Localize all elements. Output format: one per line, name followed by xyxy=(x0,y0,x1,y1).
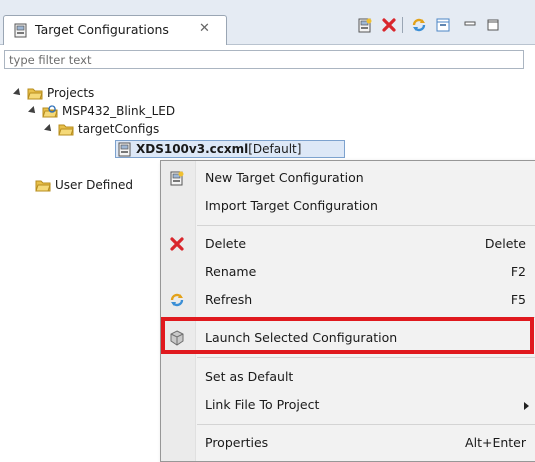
menu-separator xyxy=(197,225,535,226)
menu-label: Delete xyxy=(205,236,247,251)
menu-separator xyxy=(197,424,535,425)
tree-label-user-defined: User Defined xyxy=(55,178,133,192)
filter-input[interactable] xyxy=(4,50,524,69)
maximize-icon[interactable] xyxy=(484,16,502,34)
menu-label: Import Target Configuration xyxy=(205,198,378,213)
collapse-all-icon[interactable] xyxy=(434,16,452,34)
refresh-icon xyxy=(169,292,185,308)
menu-label: Link File To Project xyxy=(205,397,320,412)
submenu-arrow-icon xyxy=(524,402,529,410)
menu-label: Set as Default xyxy=(205,369,294,384)
tree-label-project: MSP432_Blink_LED xyxy=(62,104,176,118)
minimize-icon[interactable] xyxy=(461,16,479,34)
refresh-icon[interactable] xyxy=(410,16,428,34)
folder-icon xyxy=(35,180,51,191)
menu-item-set-as-default[interactable]: Set as Default xyxy=(161,363,535,391)
tree-label-targetconfigs: targetConfigs xyxy=(78,122,160,136)
tree-item-targetconfigs[interactable]: targetConfigs xyxy=(44,120,160,138)
tree-item-projects[interactable]: Projects xyxy=(13,84,95,102)
menu-item-properties[interactable]: Properties Alt+Enter xyxy=(161,429,535,457)
target-configurations-tab[interactable]: Target Configurations ✕ xyxy=(3,15,227,45)
ccs-project-icon xyxy=(42,104,58,117)
tree-label-config-default: [Default] xyxy=(248,142,302,156)
menu-shortcut: Alt+Enter xyxy=(465,435,526,450)
view-tab-bar: Target Configurations ✕ xyxy=(0,0,535,45)
tree-item-user-defined[interactable]: User Defined xyxy=(35,176,133,194)
menu-label: Rename xyxy=(205,264,257,279)
context-menu: New Target Configuration Import Target C… xyxy=(160,160,535,462)
new-config-icon[interactable] xyxy=(356,16,374,34)
expand-arrow-icon[interactable] xyxy=(44,124,54,134)
menu-item-new-target-configuration[interactable]: New Target Configuration xyxy=(161,164,535,192)
menu-item-delete[interactable]: Delete Delete xyxy=(161,230,535,258)
folder-icon xyxy=(27,88,43,99)
expand-arrow-icon[interactable] xyxy=(28,106,38,116)
menu-shortcut: F2 xyxy=(510,264,526,279)
tree-label-projects: Projects xyxy=(47,86,95,100)
delete-icon xyxy=(169,236,185,252)
menu-separator xyxy=(197,357,535,358)
menu-label: New Target Configuration xyxy=(205,170,364,185)
menu-label: Properties xyxy=(205,435,269,450)
expand-arrow-icon[interactable] xyxy=(13,88,23,98)
menu-item-link-file-to-project[interactable]: Link File To Project xyxy=(161,391,535,419)
menu-shortcut: Delete xyxy=(484,236,526,251)
toolbar-separator xyxy=(402,17,403,33)
menu-item-import-target-configuration[interactable]: Import Target Configuration xyxy=(161,192,535,220)
tree-item-selected-config[interactable]: XDS100v3.ccxml [Default] xyxy=(115,140,345,158)
menu-item-refresh[interactable]: Refresh F5 xyxy=(161,286,535,314)
folder-icon xyxy=(58,124,74,135)
menu-shortcut: F5 xyxy=(510,292,526,307)
tab-title: Target Configurations xyxy=(35,22,169,37)
close-tab-icon[interactable]: ✕ xyxy=(199,21,210,36)
tree-label-config-name: XDS100v3.ccxml xyxy=(136,142,249,156)
target-config-icon xyxy=(14,23,28,41)
tree-item-project[interactable]: MSP432_Blink_LED xyxy=(28,102,176,120)
highlight-annotation-box xyxy=(161,317,534,354)
menu-label: Refresh xyxy=(205,292,253,307)
new-config-icon xyxy=(169,170,185,186)
menu-item-rename[interactable]: Rename F2 xyxy=(161,258,535,286)
delete-icon[interactable] xyxy=(380,16,398,34)
target-config-icon xyxy=(118,142,131,156)
